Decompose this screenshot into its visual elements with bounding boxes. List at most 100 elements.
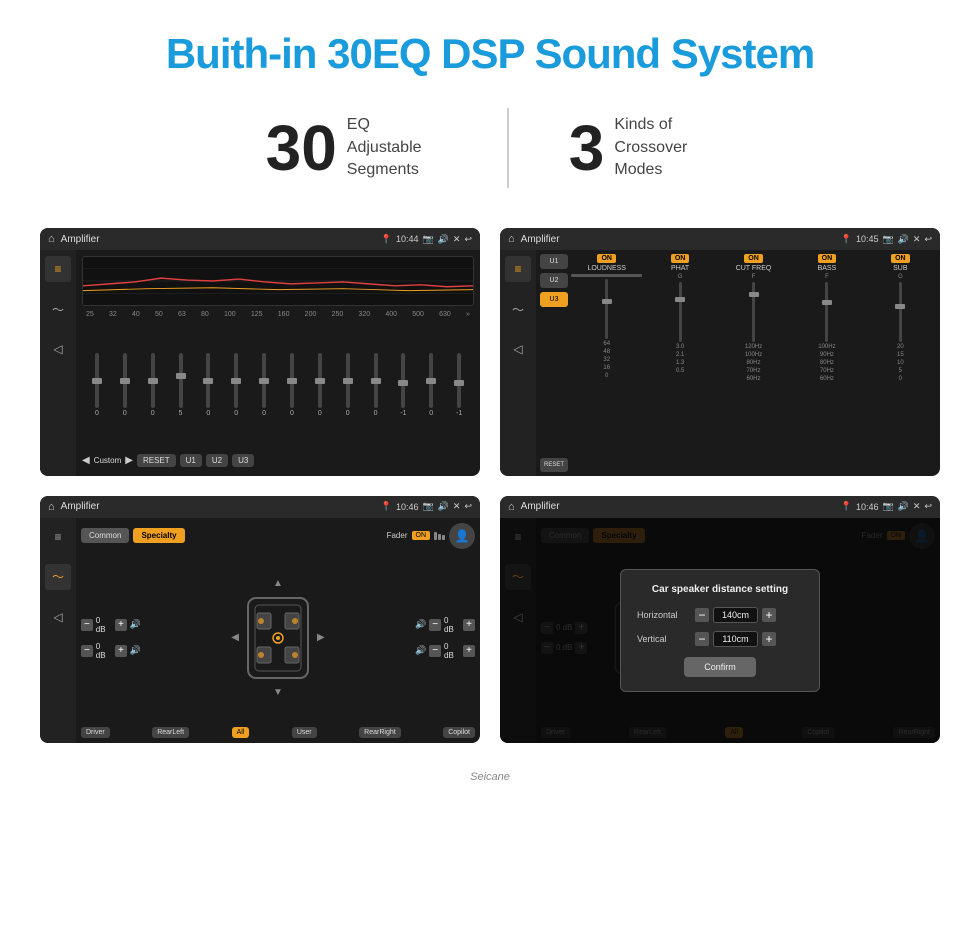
preset-u3[interactable]: U3 bbox=[540, 292, 568, 307]
fader-toggle[interactable]: ON bbox=[412, 531, 431, 540]
speaker-icon-3[interactable]: ◁ bbox=[45, 604, 71, 630]
speaker-icon-2[interactable]: ◁ bbox=[505, 336, 531, 362]
home-icon-1[interactable]: ⌂ bbox=[48, 233, 55, 245]
eq-icon-2[interactable]: ≡ bbox=[505, 256, 531, 282]
slider-track-12[interactable] bbox=[429, 353, 433, 408]
stat-crossover-number: 3 bbox=[569, 111, 605, 185]
slider-val-13: -1 bbox=[456, 410, 462, 417]
sp-rl-minus[interactable]: − bbox=[81, 645, 93, 657]
toggle-phat[interactable]: ON bbox=[671, 254, 690, 263]
u2-button[interactable]: U2 bbox=[206, 454, 228, 467]
eq-icon[interactable]: ≡ bbox=[45, 256, 71, 282]
speaker-icon-1[interactable]: ◁ bbox=[45, 336, 71, 362]
u1-button[interactable]: U1 bbox=[180, 454, 202, 467]
screen3-title: Amplifier bbox=[61, 501, 375, 512]
sp-fr-plus[interactable]: + bbox=[463, 619, 475, 631]
slider-val-10: 0 bbox=[374, 410, 378, 417]
eq-icon-3[interactable]: ≡ bbox=[45, 524, 71, 550]
sp-rr-minus[interactable]: − bbox=[429, 645, 441, 657]
rearleft-btn[interactable]: RearLeft bbox=[152, 727, 189, 738]
vertical-minus[interactable]: − bbox=[695, 632, 709, 646]
user-btn[interactable]: User bbox=[292, 727, 317, 738]
screen-crossover: ⌂ Amplifier 📍 10:45 📷 🔊 ✕ ↩ ≡ 〜 ◁ U1 U2 bbox=[500, 228, 940, 476]
watermark: Seicane bbox=[0, 763, 980, 787]
val-phat: 3.0 bbox=[676, 344, 684, 350]
slider-track-0[interactable] bbox=[95, 353, 99, 408]
common-button[interactable]: Common bbox=[81, 528, 129, 543]
location-icon-4: 📍 bbox=[841, 501, 852, 512]
toggle-sub[interactable]: ON bbox=[891, 254, 910, 263]
home-icon-4[interactable]: ⌂ bbox=[508, 501, 515, 513]
slider-loudness-h[interactable] bbox=[571, 274, 642, 277]
sp-rl-plus[interactable]: + bbox=[115, 645, 127, 657]
time-4: 10:46 bbox=[856, 502, 879, 512]
screen4-body: ≡ 〜 ◁ Common Specialty Fader ON 👤 bbox=[500, 518, 940, 744]
u3-button[interactable]: U3 bbox=[232, 454, 254, 467]
vol-icon-2: 🔊 bbox=[898, 234, 909, 245]
left-sidebar-1: ≡ 〜 ◁ bbox=[40, 250, 76, 476]
toggle-loudness[interactable]: ON bbox=[597, 254, 616, 263]
sp-fr-val: 0 dB bbox=[444, 616, 460, 634]
prev-icon[interactable]: ◀ bbox=[82, 455, 90, 466]
slider-track-3[interactable] bbox=[179, 353, 183, 408]
reset-button[interactable]: RESET bbox=[137, 454, 176, 467]
slider-track-2[interactable] bbox=[151, 353, 155, 408]
car-diagram bbox=[243, 593, 313, 683]
slider-track-4[interactable] bbox=[206, 353, 210, 408]
specialty-button[interactable]: Specialty bbox=[133, 528, 184, 543]
slider-track-10[interactable] bbox=[374, 353, 378, 408]
slider-track-8[interactable] bbox=[318, 353, 322, 408]
slider-phat-v[interactable] bbox=[679, 282, 682, 342]
camera-icon-1: 📷 bbox=[422, 234, 433, 245]
slider-val-1: 0 bbox=[123, 410, 127, 417]
slider-track-11[interactable] bbox=[401, 353, 405, 408]
preset-u1[interactable]: U1 bbox=[540, 254, 568, 269]
all-btn[interactable]: All bbox=[232, 727, 250, 738]
preset-reset[interactable]: RESET bbox=[540, 458, 568, 472]
toggle-cutfreq[interactable]: ON bbox=[744, 254, 763, 263]
preset-col: U1 U2 U3 RESET bbox=[540, 254, 568, 472]
crossover-sidebar: ≡ 〜 ◁ bbox=[500, 250, 536, 476]
back-icon-1[interactable]: ↩ bbox=[464, 234, 472, 245]
eq-slider-4: 0 bbox=[195, 353, 221, 417]
wave-icon-2[interactable]: 〜 bbox=[505, 296, 531, 322]
dialog-row-vertical: Vertical − 110cm + bbox=[637, 631, 803, 647]
status-bar-1: ⌂ Amplifier 📍 10:44 📷 🔊 ✕ ↩ bbox=[40, 228, 480, 250]
slider-sub-v[interactable] bbox=[899, 282, 902, 342]
preset-u2[interactable]: U2 bbox=[540, 273, 568, 288]
rearright-btn[interactable]: RearRight bbox=[359, 727, 401, 738]
back-icon-4[interactable]: ↩ bbox=[924, 501, 932, 512]
slider-track-9[interactable] bbox=[346, 353, 350, 408]
sp-rr-plus[interactable]: + bbox=[463, 645, 475, 657]
home-icon-3[interactable]: ⌂ bbox=[48, 501, 55, 513]
dialog-title: Car speaker distance setting bbox=[637, 584, 803, 595]
slider-track-7[interactable] bbox=[290, 353, 294, 408]
horizontal-value: 140cm bbox=[713, 607, 758, 623]
slider-loudness-v[interactable] bbox=[605, 279, 608, 339]
wave-icon-3[interactable]: 〜 bbox=[45, 564, 71, 590]
slider-track-1[interactable] bbox=[123, 353, 127, 408]
copilot-btn[interactable]: Copilot bbox=[443, 727, 475, 738]
sp-fl-minus[interactable]: − bbox=[81, 619, 93, 631]
dialog-control-vertical: − 110cm + bbox=[695, 631, 776, 647]
slider-track-5[interactable] bbox=[234, 353, 238, 408]
back-icon-3[interactable]: ↩ bbox=[464, 501, 472, 512]
sp-fl-plus[interactable]: + bbox=[115, 619, 127, 631]
eq-bottom-controls: ◀ Custom ▶ RESET U1 U2 U3 bbox=[82, 451, 474, 470]
slider-bass-v[interactable] bbox=[825, 282, 828, 342]
slider-cutfreq-v[interactable] bbox=[752, 282, 755, 342]
sp-fr-minus[interactable]: − bbox=[429, 619, 441, 631]
next-icon[interactable]: ▶ bbox=[125, 455, 133, 466]
wave-icon-1[interactable]: 〜 bbox=[45, 296, 71, 322]
horizontal-plus[interactable]: + bbox=[762, 608, 776, 622]
confirm-button[interactable]: Confirm bbox=[684, 657, 756, 677]
slider-track-6[interactable] bbox=[262, 353, 266, 408]
stat-eq: 30 EQ AdjustableSegments bbox=[206, 111, 507, 185]
horizontal-minus[interactable]: − bbox=[695, 608, 709, 622]
home-icon-2[interactable]: ⌂ bbox=[508, 233, 515, 245]
driver-btn[interactable]: Driver bbox=[81, 727, 110, 738]
toggle-bass[interactable]: ON bbox=[818, 254, 837, 263]
slider-track-13[interactable] bbox=[457, 353, 461, 408]
vertical-plus[interactable]: + bbox=[762, 632, 776, 646]
back-icon-2[interactable]: ↩ bbox=[924, 234, 932, 245]
